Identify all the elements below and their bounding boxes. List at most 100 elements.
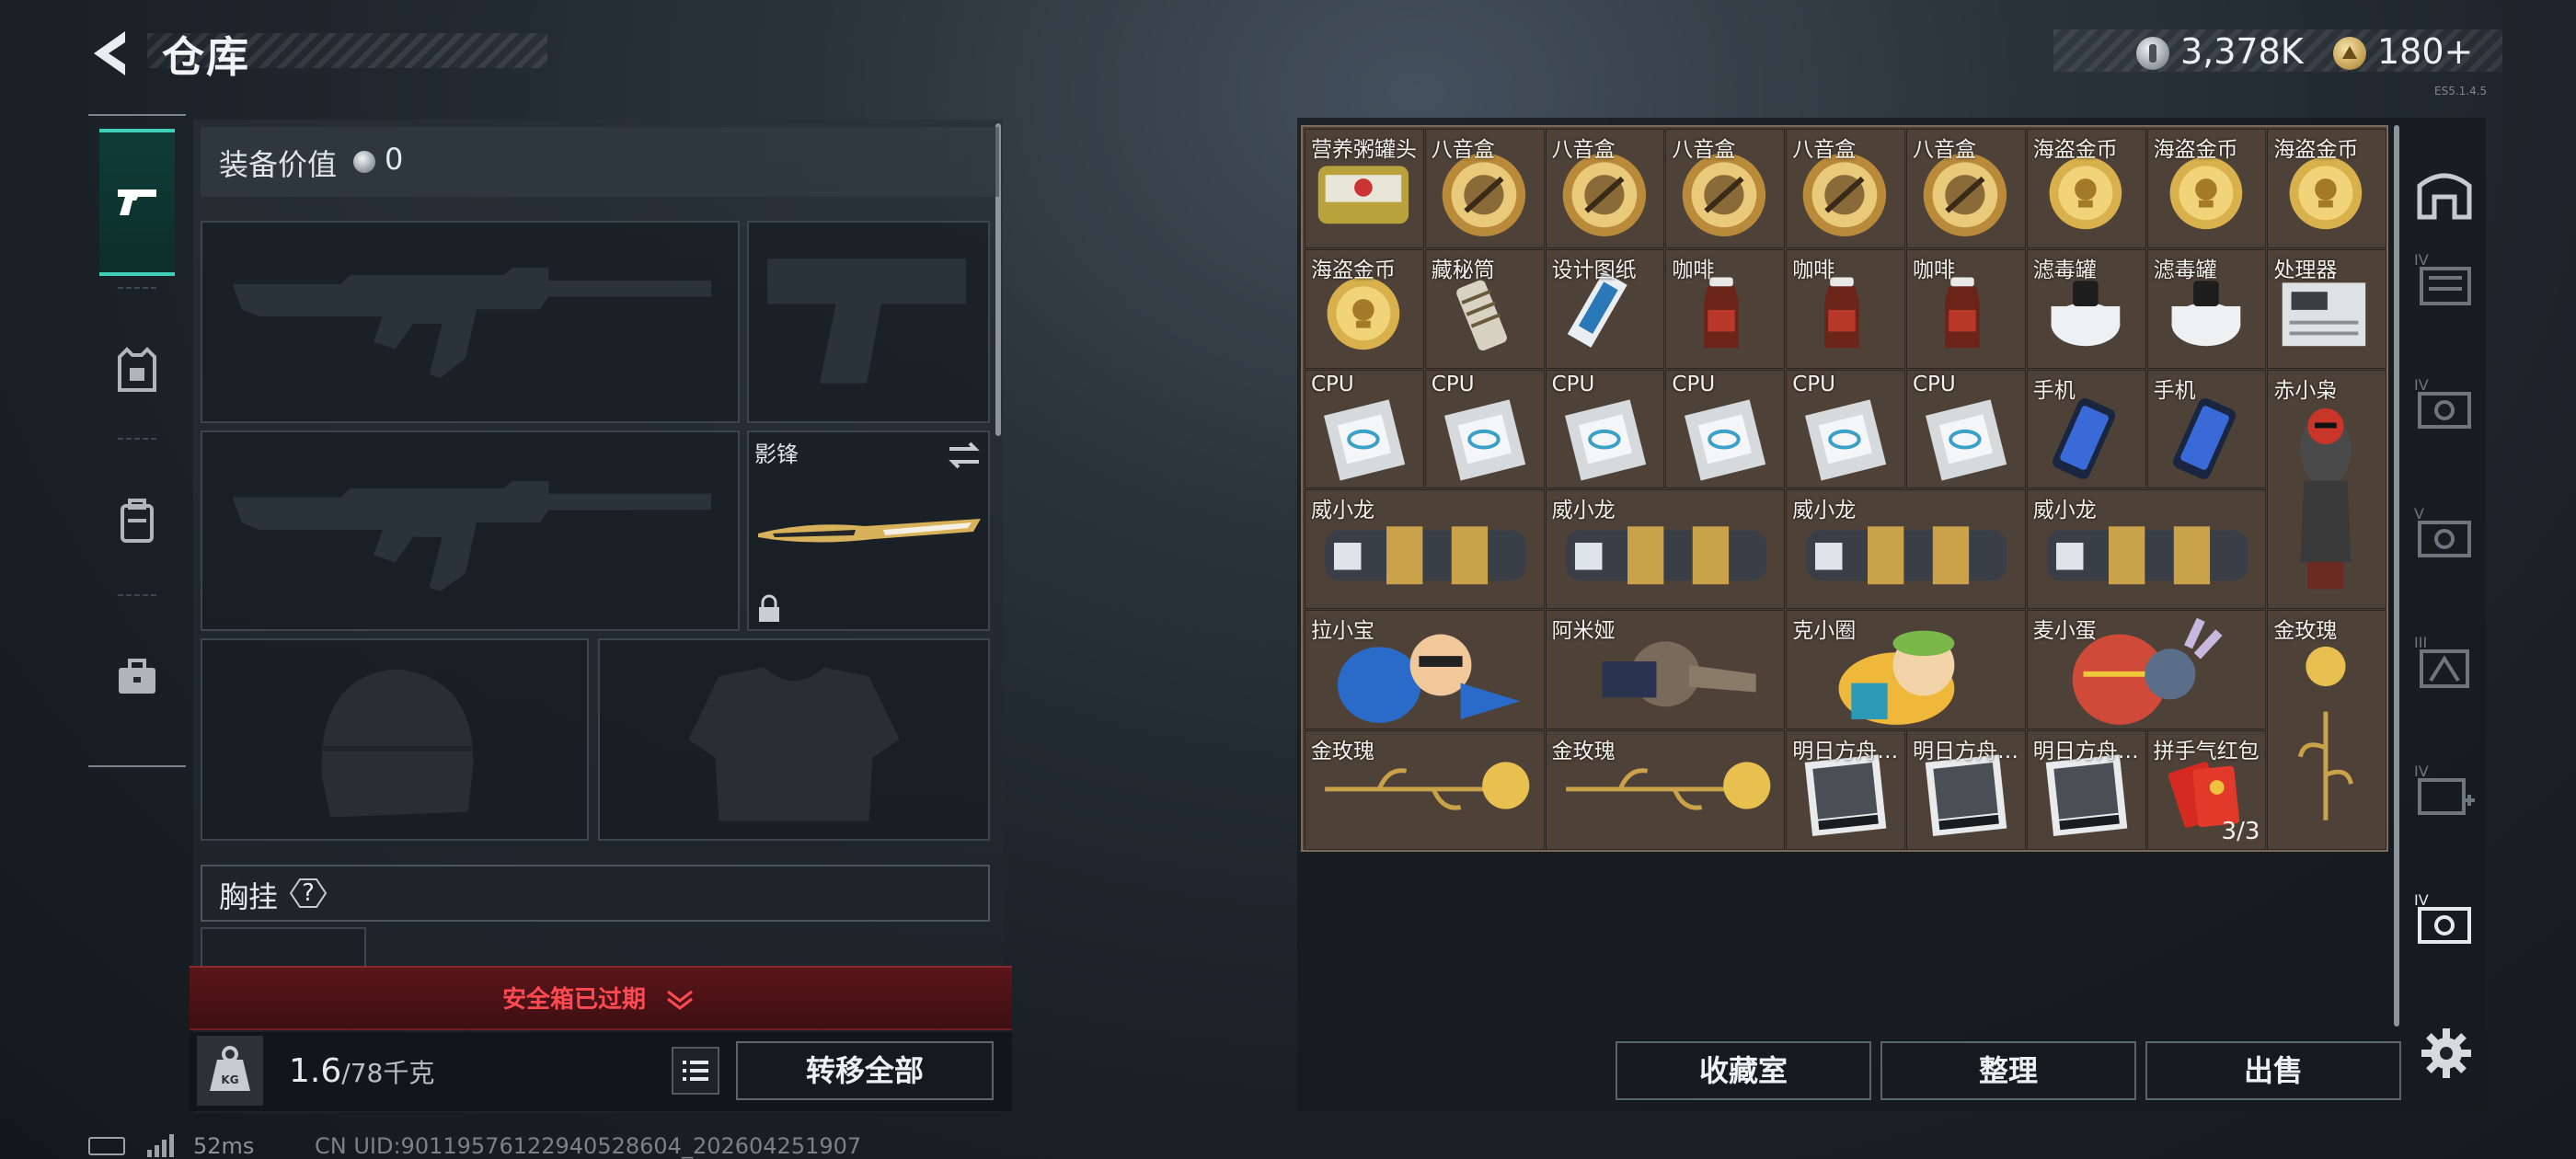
storage-item[interactable]: 威小龙: [1786, 489, 2026, 610]
pistol-icon: [118, 189, 156, 215]
item-name: 拼手气红包: [2153, 740, 2260, 763]
storage-grid: 营养粥罐头 八音盒 八音盒 八音盒 八音盒 八音盒 海盗金币 海盗金币 海盗金币 海盗金币 藏秘筒设…: [1301, 125, 2388, 852]
swap-arrows-icon[interactable]: [946, 440, 983, 471]
storage-item[interactable]: 海盗金币: [2026, 129, 2146, 248]
gold-value[interactable]: 180+: [2377, 31, 2473, 72]
collection-room-button[interactable]: 收藏室: [1616, 1041, 1871, 1100]
storage-expand-icon-iv[interactable]: IV: [2412, 248, 2477, 313]
primary-weapon-slot[interactable]: [201, 221, 740, 423]
briefcase-icon: [119, 659, 155, 694]
storage-item[interactable]: 处理器: [2267, 248, 2387, 369]
storage-item[interactable]: 手机: [2026, 369, 2146, 489]
backpack-icon: [121, 499, 154, 543]
body-armor-slot[interactable]: [598, 638, 990, 841]
storage-item[interactable]: 八音盒: [1665, 129, 1786, 248]
storage-expand-icon-v[interactable]: V: [2412, 502, 2477, 567]
storage-item[interactable]: 咖啡: [1906, 248, 2026, 369]
equip-value-label: 装备价值: [219, 147, 338, 182]
storage-item[interactable]: 滤毒罐: [2026, 248, 2146, 369]
storage-item[interactable]: 海盗金币: [2146, 129, 2267, 248]
storage-expand-icon-iii[interactable]: III: [2412, 631, 2477, 695]
storage-item[interactable]: CPU: [1424, 369, 1545, 489]
storage-item[interactable]: 滤毒罐: [2146, 248, 2267, 369]
page-title: 仓库: [162, 32, 250, 82]
weight-current: 1.6: [289, 1052, 342, 1090]
item-name: 营养粥罐头: [1311, 138, 1417, 162]
storage-item[interactable]: CPU: [1305, 369, 1424, 489]
tab-armor[interactable]: [99, 296, 175, 443]
rig-slot[interactable]: [201, 927, 366, 968]
pistol-slot[interactable]: [747, 221, 990, 423]
chevron-down-icon: [667, 990, 693, 1010]
storage-expand-icon-iv-plus[interactable]: IV: [2412, 760, 2477, 824]
storage-item[interactable]: 海盗金币: [1305, 248, 1424, 369]
storage-item[interactable]: 明日方舟…: [1786, 730, 1905, 850]
storage-item[interactable]: 威小龙: [2026, 489, 2267, 610]
storage-item[interactable]: 八音盒: [1786, 129, 1905, 248]
storage-item[interactable]: 营养粥罐头: [1305, 129, 1424, 248]
storage-item[interactable]: 拉小宝: [1305, 610, 1545, 729]
storage-item[interactable]: 明日方舟…: [2026, 730, 2146, 850]
storage-scrollbar[interactable]: [2394, 125, 2399, 1027]
back-arrow-icon[interactable]: [85, 26, 136, 81]
storage-item[interactable]: 金玫瑰: [2267, 610, 2387, 850]
melee-slot[interactable]: 影锋: [747, 430, 990, 631]
gear-icon[interactable]: [2418, 1025, 2475, 1082]
transfer-all-button[interactable]: 转移全部: [736, 1041, 994, 1100]
tab-backpack[interactable]: [99, 447, 175, 594]
storage-item[interactable]: 藏秘筒: [1424, 248, 1545, 369]
tab-weapons[interactable]: [99, 129, 175, 276]
item-name: 威小龙: [2032, 499, 2097, 523]
secondary-weapon-slot[interactable]: [201, 430, 740, 631]
item-name: 金玫瑰: [1551, 740, 1616, 763]
storage-item[interactable]: 阿米娅: [1545, 610, 1786, 729]
item-name: 设计图纸: [1551, 258, 1637, 282]
item-name: CPU: [1311, 372, 1354, 396]
weight-button[interactable]: KG: [197, 1036, 263, 1106]
storage-item[interactable]: 金玫瑰: [1305, 730, 1545, 850]
storage-expand-icon-iv-2[interactable]: IV: [2412, 373, 2477, 438]
karambit-knife-icon: [758, 519, 981, 543]
help-icon[interactable]: ?: [289, 878, 328, 909]
svg-text:V: V: [2414, 505, 2424, 522]
storage-item[interactable]: 八音盒: [1424, 129, 1545, 248]
storage-item[interactable]: 手机: [2146, 369, 2267, 489]
svg-text:IV: IV: [2414, 891, 2429, 909]
item-name: 八音盒: [1431, 138, 1495, 162]
storage-item[interactable]: 威小龙: [1545, 489, 1786, 610]
storage-item[interactable]: 拼手气红包 3/3: [2146, 730, 2267, 850]
storage-item[interactable]: 咖啡: [1786, 248, 1905, 369]
storage-item[interactable]: CPU: [1545, 369, 1665, 489]
item-name: 金玫瑰: [1311, 740, 1374, 763]
storage-item[interactable]: 八音盒: [1906, 129, 2026, 248]
item-name: 手机: [2032, 378, 2076, 403]
storage-item[interactable]: CPU: [1786, 369, 1905, 489]
weight-readout: 1.6/78千克: [289, 1052, 434, 1090]
storage-item[interactable]: 赤小枭: [2267, 369, 2387, 610]
list-view-button[interactable]: [672, 1047, 719, 1095]
item-name: 滤毒罐: [2153, 258, 2217, 282]
storage-expand-icon-iv-active[interactable]: IV: [2412, 889, 2477, 953]
tab-case[interactable]: [99, 603, 175, 751]
storage-item[interactable]: 咖啡: [1665, 248, 1786, 369]
helmet-slot[interactable]: [201, 638, 589, 841]
item-name: 海盗金币: [1311, 258, 1396, 282]
item-name: 明日方舟…: [1913, 740, 2018, 763]
storage-item[interactable]: 克小圈: [1786, 610, 2026, 729]
storage-item[interactable]: 麦小蛋: [2026, 610, 2267, 729]
storage-item[interactable]: 八音盒: [1545, 129, 1665, 248]
item-name: 八音盒: [1792, 138, 1857, 162]
item-name: 拉小宝: [1311, 619, 1374, 644]
storage-item[interactable]: 明日方舟…: [1906, 730, 2026, 850]
storage-item[interactable]: CPU: [1665, 369, 1786, 489]
storage-item[interactable]: 威小龙: [1305, 489, 1545, 610]
sort-button[interactable]: 整理: [1880, 1041, 2136, 1100]
warehouse-icon[interactable]: [2412, 162, 2477, 226]
storage-item[interactable]: 海盗金币: [2267, 129, 2387, 248]
item-name: 威小龙: [1792, 499, 1857, 523]
sell-button[interactable]: 出售: [2145, 1041, 2401, 1100]
storage-item[interactable]: 金玫瑰: [1545, 730, 1786, 850]
item-name: 海盗金币: [2273, 138, 2359, 162]
storage-item[interactable]: CPU: [1906, 369, 2026, 489]
storage-item[interactable]: 设计图纸: [1545, 248, 1665, 369]
